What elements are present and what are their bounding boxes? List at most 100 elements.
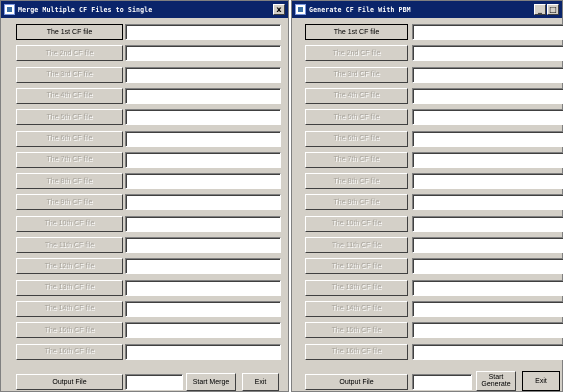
cf-file-button-16[interactable]: The 16th CF file — [16, 343, 123, 360]
file-row: The 1st CF file — [1, 24, 288, 41]
app-icon — [4, 4, 15, 15]
close-button[interactable]: x — [273, 4, 285, 15]
file-row: The 4th CF file — [292, 87, 563, 105]
cf-file-button-1[interactable]: The 1st CF file — [16, 24, 123, 40]
maximize-button[interactable]: □ — [547, 4, 559, 15]
file-row: The 3rd CF file — [1, 66, 288, 84]
cf-file-path-field-16[interactable] — [125, 343, 281, 360]
cf-file-path-field-4[interactable] — [125, 87, 281, 104]
cf-file-path-field-6[interactable] — [125, 130, 281, 147]
cf-file-path-field-10[interactable] — [412, 215, 563, 232]
cf-file-button-11[interactable]: The 11th CF file — [16, 237, 123, 253]
output-file-button[interactable]: Output File — [305, 374, 408, 390]
cf-file-path-field-7[interactable] — [125, 151, 281, 168]
file-row: The 12th CF file — [1, 258, 288, 275]
cf-file-button-7[interactable]: The 7th CF file — [16, 151, 123, 168]
cf-file-path-field-5[interactable] — [125, 109, 281, 126]
file-row: The 11th CF file — [292, 237, 563, 254]
cf-file-button-3[interactable]: The 3rd CF file — [16, 66, 123, 83]
cf-file-button-6[interactable]: The 6th CF file — [305, 130, 408, 147]
start-merge-button[interactable]: Start Merge — [186, 373, 236, 391]
file-row: The 7th CF file — [1, 151, 288, 169]
cf-file-path-field-9[interactable] — [125, 194, 281, 211]
cf-file-button-12[interactable]: The 12th CF file — [305, 258, 408, 275]
cf-file-button-4[interactable]: The 4th CF file — [305, 87, 408, 104]
output-file-field[interactable] — [412, 374, 472, 390]
cf-file-button-8[interactable]: The 8th CF file — [305, 173, 408, 190]
output-file-button[interactable]: Output File — [16, 374, 123, 390]
start-generate-button[interactable]: Start Generate — [476, 371, 516, 391]
start-generate-label-1: Start — [488, 374, 504, 381]
file-row: The 2nd CF file — [292, 45, 563, 62]
cf-file-path-field-9[interactable] — [412, 194, 563, 211]
cf-file-button-3[interactable]: The 3rd CF file — [305, 66, 408, 83]
cf-file-path-field-8[interactable] — [412, 173, 563, 190]
cf-file-path-field-4[interactable] — [412, 87, 563, 104]
cf-file-button-13[interactable]: The 13th CF file — [16, 279, 123, 296]
cf-file-path-field-13[interactable] — [412, 279, 563, 296]
title-bar: Merge Multiple CF Files to Single x — [1, 1, 288, 18]
cf-file-path-field-15[interactable] — [125, 322, 281, 339]
cf-file-button-7[interactable]: The 7th CF file — [305, 151, 408, 168]
generate-window: Generate CF File With PBM _ □ The 1st CF… — [291, 0, 563, 392]
cf-file-button-15[interactable]: The 15th CF file — [16, 322, 123, 339]
cf-file-path-field-11[interactable] — [125, 237, 281, 253]
cf-file-path-field-3[interactable] — [412, 66, 563, 83]
cf-file-path-field-12[interactable] — [125, 258, 281, 275]
bottom-bar: Output File Start Generate Exit — [292, 371, 562, 391]
cf-file-path-field-14[interactable] — [125, 300, 281, 317]
file-row: The 6th CF file — [292, 130, 563, 148]
file-row: The 10th CF file — [292, 215, 563, 233]
cf-file-path-field-11[interactable] — [412, 237, 563, 253]
output-file-field[interactable] — [125, 374, 183, 390]
file-row: The 3rd CF file — [292, 66, 563, 84]
cf-file-path-field-16[interactable] — [412, 343, 563, 360]
cf-file-path-field-15[interactable] — [412, 322, 563, 339]
cf-file-path-field-1[interactable] — [125, 24, 281, 40]
cf-file-button-16[interactable]: The 16th CF file — [305, 343, 408, 360]
exit-button[interactable]: Exit — [242, 373, 279, 391]
cf-file-path-field-6[interactable] — [412, 130, 563, 147]
file-row: The 13th CF file — [292, 279, 563, 297]
cf-file-path-field-13[interactable] — [125, 279, 281, 296]
cf-file-path-field-2[interactable] — [412, 45, 563, 62]
cf-file-button-2[interactable]: The 2nd CF file — [305, 45, 408, 62]
cf-file-button-5[interactable]: The 5th CF file — [305, 109, 408, 126]
title-bar: Generate CF File With PBM _ □ — [292, 1, 562, 18]
cf-file-button-6[interactable]: The 6th CF file — [16, 130, 123, 147]
cf-file-button-10[interactable]: The 10th CF file — [305, 215, 408, 232]
cf-file-button-9[interactable]: The 9th CF file — [305, 194, 408, 211]
file-row: The 10th CF file — [1, 215, 288, 233]
cf-file-button-2[interactable]: The 2nd CF file — [16, 45, 123, 62]
cf-file-button-15[interactable]: The 15th CF file — [305, 322, 408, 339]
cf-file-button-11[interactable]: The 11th CF file — [305, 237, 408, 253]
file-row: The 5th CF file — [292, 109, 563, 126]
cf-file-path-field-2[interactable] — [125, 45, 281, 62]
file-row: The 1st CF file — [292, 24, 563, 41]
cf-file-path-field-1[interactable] — [412, 24, 563, 40]
window-title: Generate CF File With PBM — [309, 5, 411, 14]
cf-file-path-field-3[interactable] — [125, 66, 281, 83]
bottom-bar: Output File Start Merge Exit — [1, 373, 288, 391]
file-row: The 4th CF file — [1, 87, 288, 105]
cf-file-path-field-7[interactable] — [412, 151, 563, 168]
cf-file-button-9[interactable]: The 9th CF file — [16, 194, 123, 211]
cf-file-button-13[interactable]: The 13th CF file — [305, 279, 408, 296]
file-row: The 9th CF file — [292, 194, 563, 211]
cf-file-button-10[interactable]: The 10th CF file — [16, 215, 123, 232]
cf-file-button-5[interactable]: The 5th CF file — [16, 109, 123, 126]
cf-file-path-field-8[interactable] — [125, 173, 281, 190]
cf-file-button-4[interactable]: The 4th CF file — [16, 87, 123, 104]
cf-file-path-field-10[interactable] — [125, 215, 281, 232]
cf-file-button-14[interactable]: The 14th CF file — [305, 300, 408, 317]
cf-file-button-1[interactable]: The 1st CF file — [305, 24, 408, 40]
cf-file-button-12[interactable]: The 12th CF file — [16, 258, 123, 275]
exit-button[interactable]: Exit — [522, 371, 560, 391]
cf-file-path-field-5[interactable] — [412, 109, 563, 126]
cf-file-path-field-12[interactable] — [412, 258, 563, 275]
file-row: The 11th CF file — [1, 237, 288, 254]
cf-file-path-field-14[interactable] — [412, 300, 563, 317]
cf-file-button-14[interactable]: The 14th CF file — [16, 300, 123, 317]
minimize-button[interactable]: _ — [534, 4, 546, 15]
cf-file-button-8[interactable]: The 8th CF file — [16, 173, 123, 190]
